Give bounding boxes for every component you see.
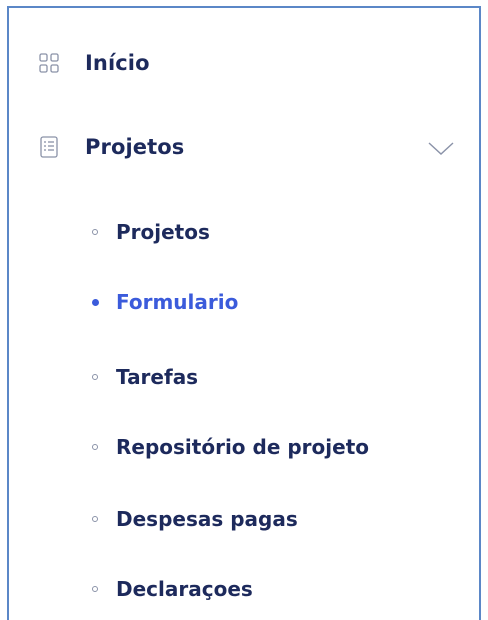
- panel-border-right: [479, 6, 481, 620]
- document-list-icon: [36, 134, 62, 160]
- submenu-item-projetos[interactable]: Projetos: [90, 217, 210, 247]
- bullet-icon: [90, 442, 100, 452]
- bullet-icon: [90, 514, 100, 524]
- sidebar-item-inicio[interactable]: Início: [36, 48, 150, 78]
- submenu-item-label: Projetos: [116, 220, 210, 244]
- bullet-icon: [90, 227, 100, 237]
- sidebar-item-projetos[interactable]: Projetos: [36, 132, 184, 162]
- sidebar-panel: Início Projetos Projetos Formulario Tare…: [0, 0, 488, 620]
- submenu-item-label: Despesas pagas: [116, 507, 298, 531]
- bullet-icon: [90, 297, 100, 307]
- submenu-item-formulario[interactable]: Formulario: [90, 287, 238, 317]
- submenu-item-repositorio[interactable]: Repositório de projeto: [90, 432, 369, 462]
- submenu-item-declaracoes[interactable]: Declaraçoes: [90, 574, 253, 604]
- submenu-item-label: Repositório de projeto: [116, 435, 369, 459]
- submenu-item-label: Declaraçoes: [116, 577, 253, 601]
- sidebar-item-label: Projetos: [85, 135, 185, 159]
- panel-border-left: [7, 6, 9, 620]
- submenu-item-label: Formulario: [116, 290, 239, 314]
- panel-border-top: [7, 6, 481, 8]
- submenu-item-tarefas[interactable]: Tarefas: [90, 362, 198, 392]
- bullet-icon: [90, 372, 100, 382]
- sidebar-item-label: Início: [85, 51, 150, 75]
- bullet-icon: [90, 584, 100, 594]
- chevron-down-icon[interactable]: [427, 140, 455, 158]
- grid-icon: [36, 50, 62, 76]
- submenu-item-label: Tarefas: [116, 365, 199, 389]
- submenu-item-despesas[interactable]: Despesas pagas: [90, 504, 298, 534]
